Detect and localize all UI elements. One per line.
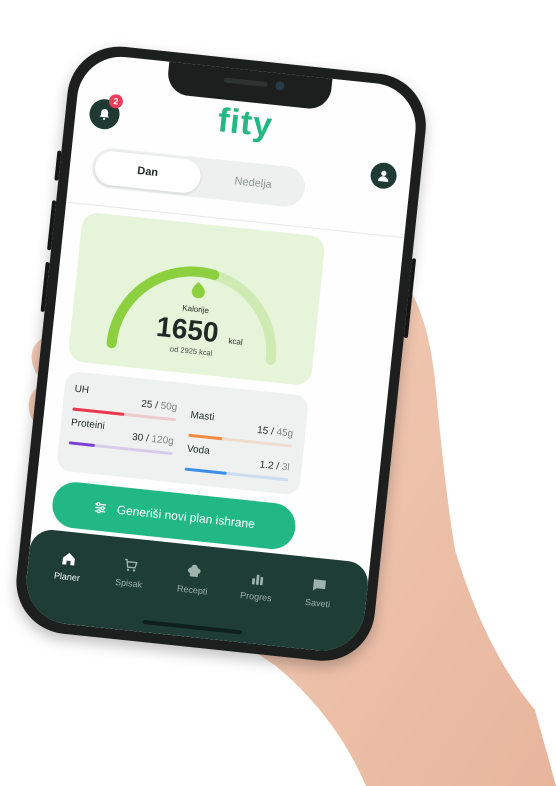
nav-item-spisak[interactable]: Spisak xyxy=(102,554,157,591)
chat-icon xyxy=(312,579,326,591)
tab-week[interactable]: Nedelja xyxy=(199,158,307,209)
calorie-gauge: Kalorije 1650 kcal od 2925 kcal xyxy=(106,266,277,365)
speaker xyxy=(223,77,268,88)
cart-icon xyxy=(125,558,138,572)
app-screen: 2 fity Dan Nedelja Kalorije 1650 kcal od… xyxy=(22,52,420,655)
profile-button[interactable] xyxy=(369,161,398,190)
nav-label: Recepti xyxy=(176,583,208,597)
phone-mockup: 2 fity Dan Nedelja Kalorije 1650 kcal od… xyxy=(0,40,469,690)
sliders-icon xyxy=(94,502,106,514)
bottom-nav: Planer Spisak Recepti Progres Saveti xyxy=(22,527,371,655)
phone-frame: 2 fity Dan Nedelja Kalorije 1650 kcal od… xyxy=(11,41,431,666)
volume-up-button xyxy=(47,200,57,251)
macro-value: 25 / 50g xyxy=(140,398,178,414)
home-icon xyxy=(62,552,75,566)
macro-progress-fill xyxy=(72,407,125,416)
macro-name: Proteini xyxy=(70,417,106,432)
macro-value: 1.2 / 3l xyxy=(259,459,291,474)
volume-down-button xyxy=(40,261,50,313)
macro-progress-fill xyxy=(188,433,223,441)
macro-progress-fill xyxy=(184,467,227,475)
macro-progress-fill xyxy=(68,441,95,447)
generate-plan-label: Generiši novi plan ishrane xyxy=(116,502,256,532)
nav-label: Planer xyxy=(53,570,81,584)
nav-item-saveti[interactable]: Saveti xyxy=(291,574,346,611)
tab-day[interactable]: Dan xyxy=(93,149,203,195)
power-button xyxy=(403,258,417,339)
chef-hat-icon xyxy=(187,564,201,578)
nav-item-progres[interactable]: Progres xyxy=(230,567,285,604)
macro-value: 15 / 45g xyxy=(256,424,294,440)
macro-name: Voda xyxy=(186,443,211,458)
calorie-unit: kcal xyxy=(228,336,243,346)
bar-chart-icon xyxy=(251,574,264,586)
period-toggle: Dan Nedelja xyxy=(89,146,307,209)
macro-value: 30 / 120g xyxy=(131,431,175,448)
front-camera xyxy=(274,80,285,91)
calorie-value: 1650 xyxy=(155,311,220,348)
nav-item-planer[interactable]: Planer xyxy=(41,547,96,584)
nav-item-recepti[interactable]: Recepti xyxy=(166,560,221,597)
nav-label: Spisak xyxy=(114,576,143,590)
nav-label: Saveti xyxy=(304,596,331,610)
calorie-card: Kalorije 1650 kcal od 2925 kcal xyxy=(67,211,326,387)
flame-icon xyxy=(191,281,205,299)
mute-switch xyxy=(54,150,62,181)
user-icon xyxy=(377,170,389,183)
macro-name: Masti xyxy=(189,409,215,424)
nav-label: Progres xyxy=(239,590,273,604)
macro-name: UH xyxy=(74,383,90,397)
macros-card: UH 25 / 50g Masti 15 / 45g Proteini 30 /… xyxy=(56,370,310,496)
